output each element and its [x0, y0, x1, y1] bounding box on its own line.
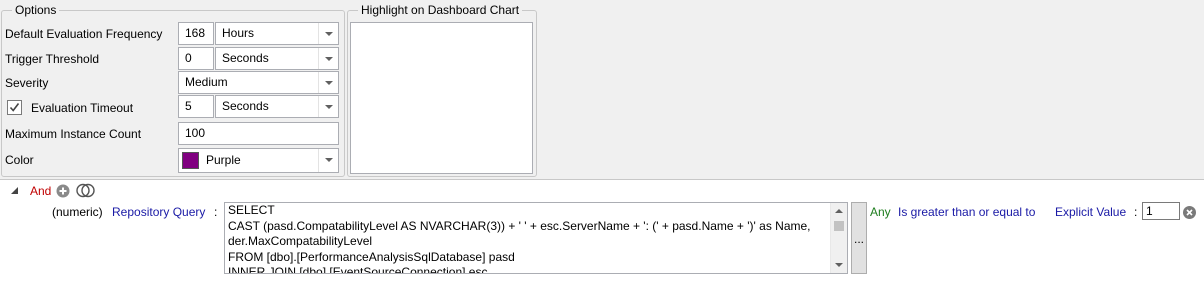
- query-line: INNER JOIN [dbo].[EventSourceConnection]…: [228, 265, 488, 274]
- collapse-triangle-icon[interactable]: [10, 186, 19, 195]
- scroll-up-icon[interactable]: [835, 209, 843, 213]
- trigger-threshold-unit-value: Seconds: [222, 51, 269, 65]
- severity-label: Severity: [5, 76, 49, 90]
- severity-value: Medium: [185, 75, 228, 89]
- color-value: Purple: [206, 153, 241, 167]
- default-eval-freq-unit-value: Hours: [222, 26, 255, 40]
- max-instance-label: Maximum Instance Count: [5, 127, 142, 141]
- options-title: Options: [12, 3, 60, 17]
- eval-timeout-input[interactable]: 5: [178, 95, 214, 118]
- chevron-down-icon[interactable]: [318, 23, 338, 44]
- repository-query-link[interactable]: Repository Query: [112, 205, 205, 219]
- highlight-chart-list[interactable]: [350, 22, 533, 174]
- chevron-down-icon[interactable]: [318, 48, 338, 69]
- query-textarea[interactable]: SELECT CAST (pasd.CompatabilityLevel AS …: [224, 202, 848, 274]
- eval-timeout-unit-select[interactable]: Seconds: [215, 95, 339, 118]
- condition-panel: And (numeric) Repository Query : SELECT …: [0, 179, 1204, 286]
- query-ellipsis-button[interactable]: ...: [851, 202, 867, 274]
- query-scrollbar[interactable]: [830, 203, 847, 273]
- query-line: FROM [dbo].[PerformanceAnalysisSqlDataba…: [228, 249, 515, 264]
- trigger-threshold-unit-select[interactable]: Seconds: [215, 47, 339, 70]
- explicit-value-input[interactable]: 1: [1142, 202, 1180, 220]
- value-colon: :: [1134, 205, 1138, 219]
- type-label: (numeric): [52, 205, 103, 219]
- default-eval-freq-unit-select[interactable]: Hours: [215, 22, 339, 45]
- max-instance-input[interactable]: 100: [178, 122, 339, 145]
- chevron-down-icon[interactable]: [318, 149, 338, 172]
- default-eval-freq-label: Default Evaluation Frequency: [5, 27, 163, 41]
- severity-select[interactable]: Medium: [178, 71, 339, 94]
- scroll-down-icon[interactable]: [835, 263, 843, 267]
- trigger-threshold-label: Trigger Threshold: [5, 52, 100, 66]
- group-icon[interactable]: [76, 183, 96, 198]
- eval-timeout-label: Evaluation Timeout: [31, 101, 134, 115]
- checkmark-icon: [9, 103, 20, 112]
- add-icon[interactable]: [56, 184, 70, 198]
- scroll-thumb[interactable]: [834, 221, 844, 231]
- any-selector[interactable]: Any: [870, 205, 891, 219]
- value-kind[interactable]: Explicit Value: [1055, 205, 1126, 219]
- default-eval-freq-input[interactable]: 168: [178, 22, 214, 45]
- chevron-down-icon[interactable]: [318, 96, 338, 117]
- query-line: der.MaxCompatabilityLevel: [228, 234, 373, 248]
- chevron-down-icon[interactable]: [318, 72, 338, 93]
- comparison-operator[interactable]: Is greater than or equal to: [898, 205, 1035, 219]
- color-select[interactable]: Purple: [178, 148, 339, 173]
- query-line: CAST (pasd.CompatabilityLevel AS NVARCHA…: [228, 218, 811, 233]
- color-label: Color: [5, 153, 34, 167]
- query-line: SELECT: [228, 203, 275, 217]
- color-swatch: [182, 152, 199, 169]
- eval-timeout-unit-value: Seconds: [222, 99, 269, 113]
- query-colon: :: [214, 205, 218, 219]
- trigger-threshold-input[interactable]: 0: [178, 47, 214, 70]
- highlight-title: Highlight on Dashboard Chart: [358, 3, 523, 17]
- remove-condition-icon[interactable]: [1183, 206, 1196, 219]
- eval-timeout-checkbox[interactable]: [7, 100, 22, 115]
- and-operator[interactable]: And: [30, 184, 51, 198]
